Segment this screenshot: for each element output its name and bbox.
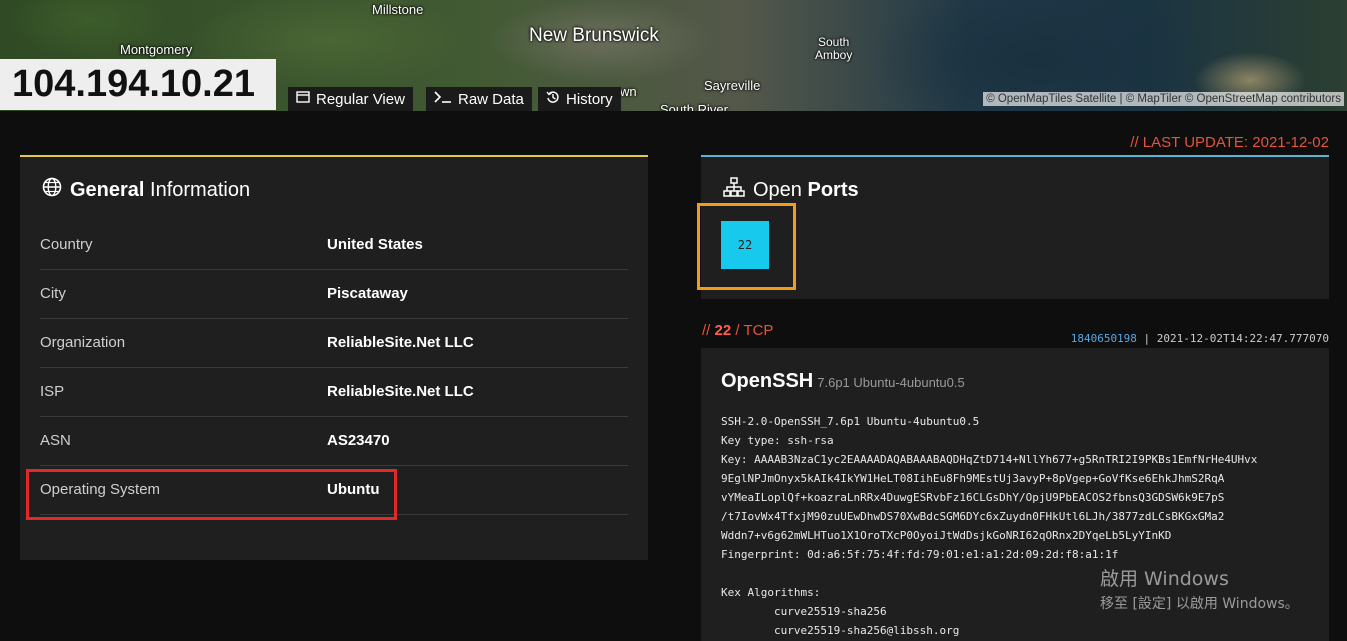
history-label: History [566, 90, 613, 108]
service-name: OpenSSH [721, 370, 814, 392]
map-place-label: South Amboy [815, 35, 853, 62]
service-title: OpenSSH 7.6p1 Ubuntu-4ubuntu0.5 [721, 370, 965, 393]
info-label: ASN [40, 432, 71, 449]
banner-hash-line: 1840650198 | 2021-12-02T14:22:47.777070 [1071, 332, 1329, 345]
info-value[interactable]: Piscataway [327, 285, 408, 302]
map-place-label: wn [620, 84, 637, 99]
info-label: ISP [40, 383, 65, 400]
map-place-label: South River [660, 102, 728, 111]
service-version: 7.6p1 Ubuntu-4ubuntu0.5 [817, 375, 965, 390]
info-value[interactable]: AS23470 [327, 432, 390, 449]
raw-data-label: Raw Data [458, 90, 524, 108]
regular-view-button[interactable]: Regular View [288, 87, 413, 111]
info-row-city: City Piscataway [40, 270, 628, 319]
open-ports-title: Open Ports [723, 177, 859, 203]
info-row-country: Country United States [40, 221, 628, 270]
open-port-highlight [697, 203, 796, 290]
map-place-label: Millstone [372, 2, 424, 17]
info-value[interactable]: ReliableSite.Net LLC [327, 334, 474, 351]
map-place-label: Montgomery [120, 42, 193, 57]
ip-address: 104.194.10.21 [12, 63, 256, 105]
info-row-isp: ISP ReliableSite.Net LLC [40, 368, 628, 417]
info-value[interactable]: ReliableSite.Net LLC [327, 383, 474, 400]
banner-timestamp: | 2021-12-02T14:22:47.777070 [1136, 332, 1329, 345]
operating-system-highlight [26, 469, 397, 520]
map-attribution[interactable]: © OpenMapTiles Satellite | © MapTiler © … [983, 92, 1344, 106]
browser-window-icon [296, 91, 310, 107]
raw-data-button[interactable]: Raw Data [426, 87, 532, 111]
last-update: // LAST UPDATE: 2021-12-02 [1130, 134, 1329, 151]
info-row-asn: ASN AS23470 [40, 417, 628, 466]
terminal-icon [434, 91, 452, 107]
history-button[interactable]: History [538, 87, 621, 111]
general-information-title: General Information [42, 177, 250, 203]
info-row-organization: Organization ReliableSite.Net LLC [40, 319, 628, 368]
info-value[interactable]: United States [327, 236, 423, 253]
regular-view-label: Regular View [316, 90, 405, 108]
info-label: Country [40, 236, 93, 253]
map-place-label: Sayreville [704, 78, 761, 93]
map-place-label: New Brunswick [529, 25, 659, 46]
port-heading: // 22 / TCP [702, 322, 774, 339]
ip-address-box: 104.194.10.21 [0, 59, 276, 110]
windows-activation-watermark: 啟用 Windows 移至 [設定] 以啟用 Windows。 [1100, 568, 1299, 612]
info-label: Organization [40, 334, 126, 351]
history-icon [546, 90, 560, 108]
info-label: City [40, 285, 66, 302]
globe-icon [42, 177, 62, 203]
banner-hash-link[interactable]: 1840650198 [1071, 332, 1137, 345]
network-icon [723, 177, 745, 203]
